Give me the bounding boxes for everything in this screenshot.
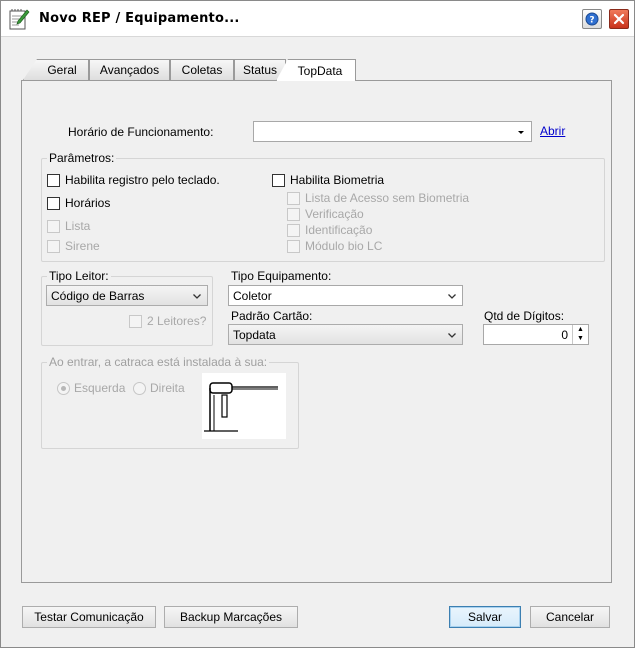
- checkbox-box: [287, 207, 300, 221]
- direita-radio: Direita: [133, 381, 185, 395]
- radio-dot: [133, 381, 146, 395]
- radio-dot: [57, 381, 70, 395]
- checkbox-box: [272, 173, 285, 187]
- notepad-pencil-icon: [9, 9, 30, 30]
- cancelar-button[interactable]: Cancelar: [530, 606, 610, 628]
- horario-combo[interactable]: [253, 121, 532, 142]
- padrao-cartao-select[interactable]: Topdata: [228, 324, 463, 345]
- backup-marcacoes-button[interactable]: Backup Marcações: [164, 606, 298, 628]
- dois-leitores-label: 2 Leitores?: [147, 314, 207, 328]
- sirene-checkbox: Sirene: [47, 239, 100, 253]
- catraca-title: Ao entrar, a catraca está instalada à su…: [47, 355, 270, 369]
- window-title: Novo REP / Equipamento...: [39, 11, 240, 26]
- habilita-biometria-label: Habilita Biometria: [290, 173, 385, 187]
- horarios-label: Horários: [65, 196, 111, 210]
- qtd-digitos-spinner[interactable]: 0 ▲ ▼: [483, 324, 589, 345]
- sirene-label: Sirene: [65, 239, 100, 253]
- lista-checkbox: Lista: [47, 219, 90, 233]
- tab-panel-topdata: Horário de Funcionamento: Abrir Parâmetr…: [21, 80, 612, 583]
- checkbox-box: [287, 191, 300, 205]
- tipo-leitor-title: Tipo Leitor:: [47, 269, 111, 283]
- habilita-teclado-checkbox[interactable]: Habilita registro pelo teclado.: [47, 173, 220, 187]
- lista-acesso-checkbox: Lista de Acesso sem Biometria: [287, 191, 469, 205]
- spinner-buttons: ▲ ▼: [572, 325, 588, 344]
- close-icon: [613, 13, 625, 25]
- tipo-equipamento-select[interactable]: Coletor: [228, 285, 463, 306]
- horarios-checkbox[interactable]: Horários: [47, 196, 110, 210]
- turnstile-illustration: [202, 373, 286, 439]
- help-icon: ?: [585, 12, 599, 26]
- dois-leitores-checkbox: 2 Leitores?: [129, 314, 206, 328]
- testar-comunicacao-button[interactable]: Testar Comunicação: [22, 606, 156, 628]
- checkbox-box: [129, 314, 142, 328]
- chevron-down-icon: [448, 333, 456, 338]
- tipo-equipamento-label: Tipo Equipamento:: [231, 269, 332, 283]
- spin-up-icon[interactable]: ▲: [573, 325, 588, 334]
- qtd-digitos-value: 0: [561, 328, 568, 342]
- checkbox-box: [287, 223, 300, 237]
- qtd-digitos-label: Qtd de Dígitos:: [484, 309, 565, 323]
- padrao-cartao-value: Topdata: [233, 327, 276, 342]
- close-button[interactable]: [609, 9, 629, 29]
- checkbox-box: [287, 239, 300, 253]
- modulo-bio-label: Módulo bio LC: [305, 239, 383, 253]
- lista-label: Lista: [65, 219, 91, 233]
- help-button[interactable]: ?: [582, 9, 602, 29]
- lista-acesso-label: Lista de Acesso sem Biometria: [305, 191, 470, 205]
- esquerda-radio: Esquerda: [57, 381, 125, 395]
- tab-status[interactable]: Status: [234, 59, 286, 80]
- tab-geral[interactable]: Geral: [23, 59, 89, 80]
- svg-text:?: ?: [589, 16, 594, 26]
- tipo-leitor-value: Código de Barras: [51, 288, 145, 303]
- dropdown-arrow-icon: [518, 131, 524, 134]
- checkbox-box: [47, 239, 60, 253]
- tipo-leitor-select[interactable]: Código de Barras: [46, 285, 208, 306]
- checkbox-box: [47, 219, 60, 233]
- chevron-down-icon: [448, 294, 456, 299]
- esquerda-label: Esquerda: [74, 381, 126, 395]
- tab-coletas[interactable]: Coletas: [170, 59, 234, 80]
- abrir-link[interactable]: Abrir: [540, 124, 565, 138]
- identificacao-label: Identificação: [305, 223, 373, 237]
- spin-down-icon[interactable]: ▼: [573, 334, 588, 343]
- verificacao-checkbox: Verificação: [287, 207, 364, 221]
- dialog-window: Novo REP / Equipamento... ? Geral Avança…: [0, 0, 635, 648]
- parametros-title: Parâmetros:: [47, 151, 117, 165]
- title-bar: Novo REP / Equipamento... ?: [1, 1, 634, 37]
- tab-avancados[interactable]: Avançados: [89, 59, 170, 80]
- modulo-bio-checkbox: Módulo bio LC: [287, 239, 382, 253]
- checkbox-box: [47, 196, 60, 210]
- verificacao-label: Verificação: [305, 207, 364, 221]
- identificacao-checkbox: Identificação: [287, 223, 372, 237]
- direita-label: Direita: [150, 381, 185, 395]
- padrao-cartao-label: Padrão Cartão:: [231, 309, 313, 323]
- habilita-biometria-checkbox[interactable]: Habilita Biometria: [272, 173, 384, 187]
- checkbox-box: [47, 173, 60, 187]
- habilita-teclado-label: Habilita registro pelo teclado.: [65, 173, 220, 187]
- chevron-down-icon: [193, 294, 201, 299]
- horario-label: Horário de Funcionamento:: [68, 125, 214, 139]
- salvar-button[interactable]: Salvar: [449, 606, 521, 628]
- tab-topdata[interactable]: TopData: [276, 59, 356, 81]
- tipo-equipamento-value: Coletor: [233, 288, 272, 303]
